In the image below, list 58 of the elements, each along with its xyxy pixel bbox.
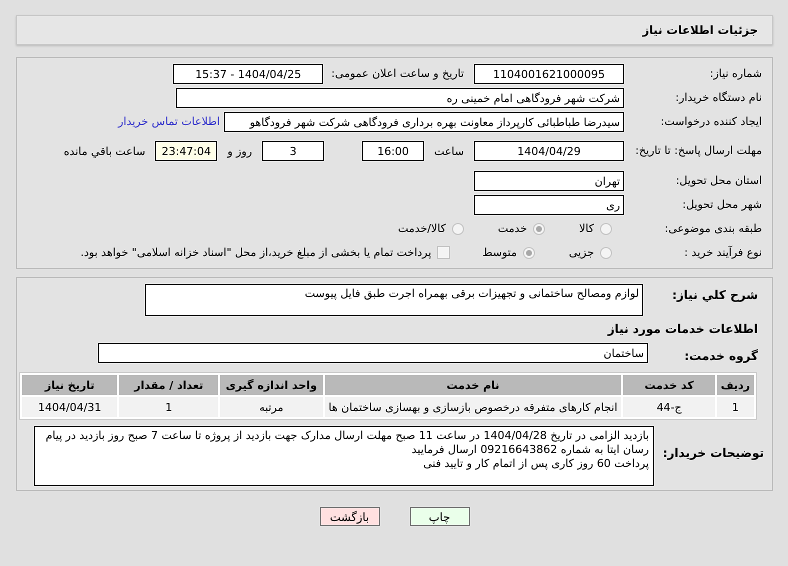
announce-date-field: 1404/04/25 - 15:37 — [173, 64, 324, 84]
table-cell: 1 — [716, 397, 754, 417]
column-header: تعداد / مقدار — [119, 375, 218, 395]
page-title: جزئیات اطلاعات نیاز — [642, 23, 758, 37]
deadline-time-field: 16:00 — [362, 141, 424, 161]
checkbox-label: پرداخت تمام یا بخشی از مبلغ خرید،از محل "اسناد خزانه اسلامی" خواهد بود. — [80, 246, 432, 259]
column-header: نام خدمت — [324, 375, 622, 395]
table-cell: 1 — [119, 397, 218, 417]
table-cell: مرتبه — [220, 397, 322, 417]
days-field: 3 — [262, 141, 324, 161]
time-label: ساعت — [434, 144, 464, 158]
field-label: نوع فرآیند خرید : — [683, 246, 763, 259]
table-cell: ج-44 — [623, 397, 715, 417]
radio-button[interactable] — [600, 246, 612, 258]
section-title: اطلاعات خدمات مورد نیاز — [608, 322, 759, 336]
summary-textarea: لوازم ومصالح ساختمانی و تجهیزات برقی بهمراه اجرت طبق فایل پیوست — [145, 284, 643, 316]
creator-field: سیدرضا طباطبائی کارپرداز معاونت بهره برداری فرودگاهی شرکت شهر فرودگاهو — [224, 112, 624, 132]
field-label: طبقه بندی موضوعی: — [664, 222, 763, 235]
table-cell: 1404/04/31 — [22, 397, 118, 417]
radio-button[interactable] — [452, 222, 464, 234]
buyer-field: شرکت شهر فرودگاهی امام خمینی ره — [176, 88, 624, 108]
radio-label: کالا — [579, 222, 594, 235]
days-label: روز و — [227, 144, 252, 158]
checkbox[interactable] — [437, 246, 450, 259]
print-button[interactable]: چاپ — [410, 507, 470, 526]
note-text: پرداخت 60 روز کاری پس از اتمام کار و تایید فنی — [422, 457, 649, 471]
field-label: نام دستگاه خریدار: — [674, 91, 763, 104]
back-button[interactable]: بازگشت — [320, 507, 380, 526]
remaining-time-field: 23:47:04 — [155, 141, 218, 161]
field-label: تاریخ و ساعت اعلان عمومی: — [331, 67, 464, 80]
radio-label: خدمت — [498, 222, 528, 235]
field-label: ایجاد کننده درخواست: — [660, 115, 763, 128]
contact-link[interactable]: اطلاعات تماس خریدار — [118, 115, 220, 128]
radio-label: جزیی — [568, 246, 594, 259]
deadline-date-field: 1404/04/29 — [474, 141, 624, 161]
radio-label: متوسط — [482, 246, 517, 259]
field-label: مهلت ارسال پاسخ: تا تاریخ: — [634, 143, 763, 159]
need-number-field: 1104001621000095 — [474, 64, 624, 84]
column-header: ردیف — [716, 375, 754, 395]
field-label: شهر محل تحویل: — [681, 198, 763, 211]
radio-label: کالا/خدمت — [398, 222, 446, 235]
city-field: ری — [474, 194, 624, 214]
field-label: استان محل تحویل: — [674, 174, 763, 187]
field-label: گروه خدمت: — [683, 348, 759, 362]
column-header: تاریخ نیاز — [22, 375, 118, 395]
note-text: بازدید الزامی در تاریخ 1404/04/28 در ساعت 11 صبح مهلت ارسال مدارک جهت بازدید از پروژه تا ساعت 7 صبح روز بازدید در پیام رسان ایتا به شماره 09216643862 ارسال فرمایید — [44, 429, 649, 457]
radio-button[interactable] — [533, 222, 546, 234]
table-cell: انجام کارهای متفرقه درخصوص بازسازی و بهسازی ساختمان ها — [324, 397, 622, 417]
service-group-field: ساختمان — [98, 342, 648, 362]
province-field: تهران — [474, 170, 624, 190]
column-header: واحد اندازه گیری — [220, 375, 322, 395]
remaining-label: ساعت باقي مانده — [64, 144, 146, 158]
field-label: شرح کلي نیاز: — [671, 288, 759, 302]
field-label: شماره نیاز: — [708, 67, 763, 80]
column-header: کد خدمت — [623, 375, 715, 395]
field-label: توضیحات خریدار: — [662, 446, 765, 460]
radio-button[interactable] — [522, 246, 535, 258]
radio-button[interactable] — [600, 222, 612, 234]
